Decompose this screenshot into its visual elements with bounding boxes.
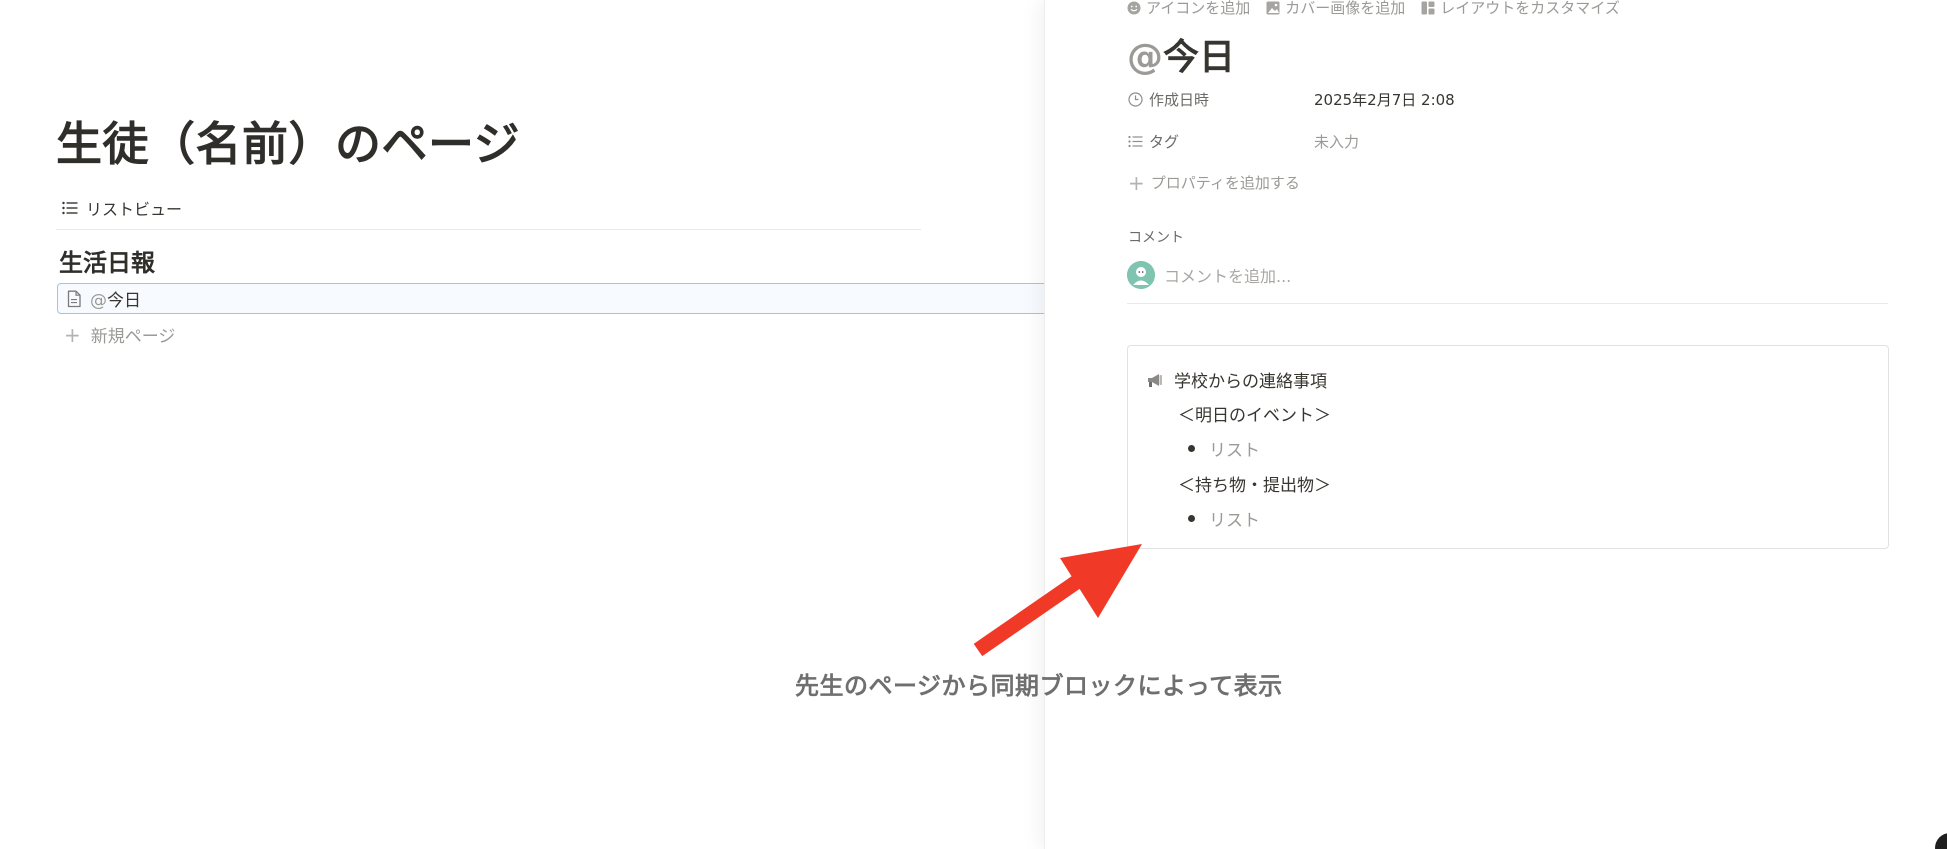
property-name: 作成日時 [1128,89,1314,110]
callout-header: 学校からの連絡事項 [1146,367,1327,392]
property-tag[interactable]: タグ 未入力 [1128,131,1359,152]
bullet-icon [1188,445,1195,452]
add-property-button[interactable]: + プロパティを追加する [1128,172,1300,193]
tab-list-view[interactable]: リストビュー [62,196,182,220]
user-avatar-icon [1127,261,1155,289]
synced-block[interactable]: 学校からの連絡事項 ＜明日のイベント＞ リスト ＜持ち物・提出物＞ リスト [1127,345,1889,549]
property-created-time-value: 2025年2月7日 2:08 [1314,91,1455,109]
megaphone-icon [1148,373,1162,387]
list-icon [62,201,78,215]
annotation-arrow-icon [973,544,1142,657]
page-title[interactable]: @今日 [1127,28,1235,80]
main-page: 生徒（名前）のページ リストビュー 生活日報 @今日 + 新規ページ [0,0,1057,849]
bullet-icon [1188,515,1195,522]
page-title-text: 今日 [1163,37,1236,78]
page-actions: アイコンを追加 カバー画像を追加 レイアウトをカスタマイズ [1127,0,1620,18]
database-title[interactable]: 生活日報 [59,243,155,278]
list-item-label: @今日 [90,286,141,311]
comments-heading: コメント [1128,230,1184,246]
customize-layout-button[interactable]: レイアウトをカスタマイズ [1421,0,1620,18]
tab-list-view-label: リストビュー [86,200,183,219]
property-tag-name: タグ [1149,133,1180,151]
customize-layout-label: レイアウトをカスタマイズ [1440,0,1620,17]
add-property-label: プロパティを追加する [1150,174,1300,192]
side-peek-panel: アイコンを追加 カバー画像を追加 レイアウトをカスタマイズ @今日 作成日時 2… [1044,0,1947,849]
comment-input[interactable]: コメントを追加... [1164,263,1291,287]
add-cover-button[interactable]: カバー画像を追加 [1266,0,1405,18]
property-created-time[interactable]: 作成日時 2025年2月7日 2:08 [1128,89,1455,110]
image-icon [1266,1,1280,14]
list-item[interactable]: @今日 [57,283,1057,314]
property-name: タグ [1128,131,1314,152]
mention-at: @ [90,291,107,311]
plus-icon: + [1128,170,1145,195]
new-page-label: 新規ページ [90,327,176,347]
new-page-button[interactable]: + 新規ページ [64,322,176,348]
clock-icon [1128,92,1143,107]
section-heading: ＜明日のイベント＞ [1178,406,1331,426]
comment-composer[interactable]: コメントを追加... [1127,261,1291,289]
view-divider [56,229,921,230]
add-cover-label: カバー画像を追加 [1285,0,1406,17]
section-heading: ＜持ち物・提出物＞ [1178,476,1331,496]
bullet-text: リスト [1209,441,1260,461]
app-window: 生徒（名前）のページ リストビュー 生活日報 @今日 + 新規ページ アイコンを… [0,0,1947,849]
list-item[interactable]: リスト [1188,436,1260,461]
property-created-time-name: 作成日時 [1149,91,1210,109]
list-icon [1128,135,1143,148]
layout-icon [1421,1,1435,14]
property-tag-value[interactable]: 未入力 [1314,131,1359,152]
document-icon [67,290,81,307]
bullet-text: リスト [1209,511,1260,531]
mention-at: @ [1127,37,1163,78]
plus-icon: + [64,322,81,347]
add-icon-button[interactable]: アイコンを追加 [1127,0,1250,18]
callout-title: 学校からの連絡事項 [1174,372,1327,392]
smiley-icon [1127,1,1141,14]
annotation-caption: 先生のページから同期ブロックによって表示 [795,672,1283,700]
list-item-title: 今日 [107,291,141,311]
comments-divider [1127,303,1888,304]
avatar [1127,261,1155,289]
list-item[interactable]: リスト [1188,506,1260,531]
add-icon-label: アイコンを追加 [1146,0,1251,17]
page-title: 生徒（名前）のページ [56,117,521,171]
